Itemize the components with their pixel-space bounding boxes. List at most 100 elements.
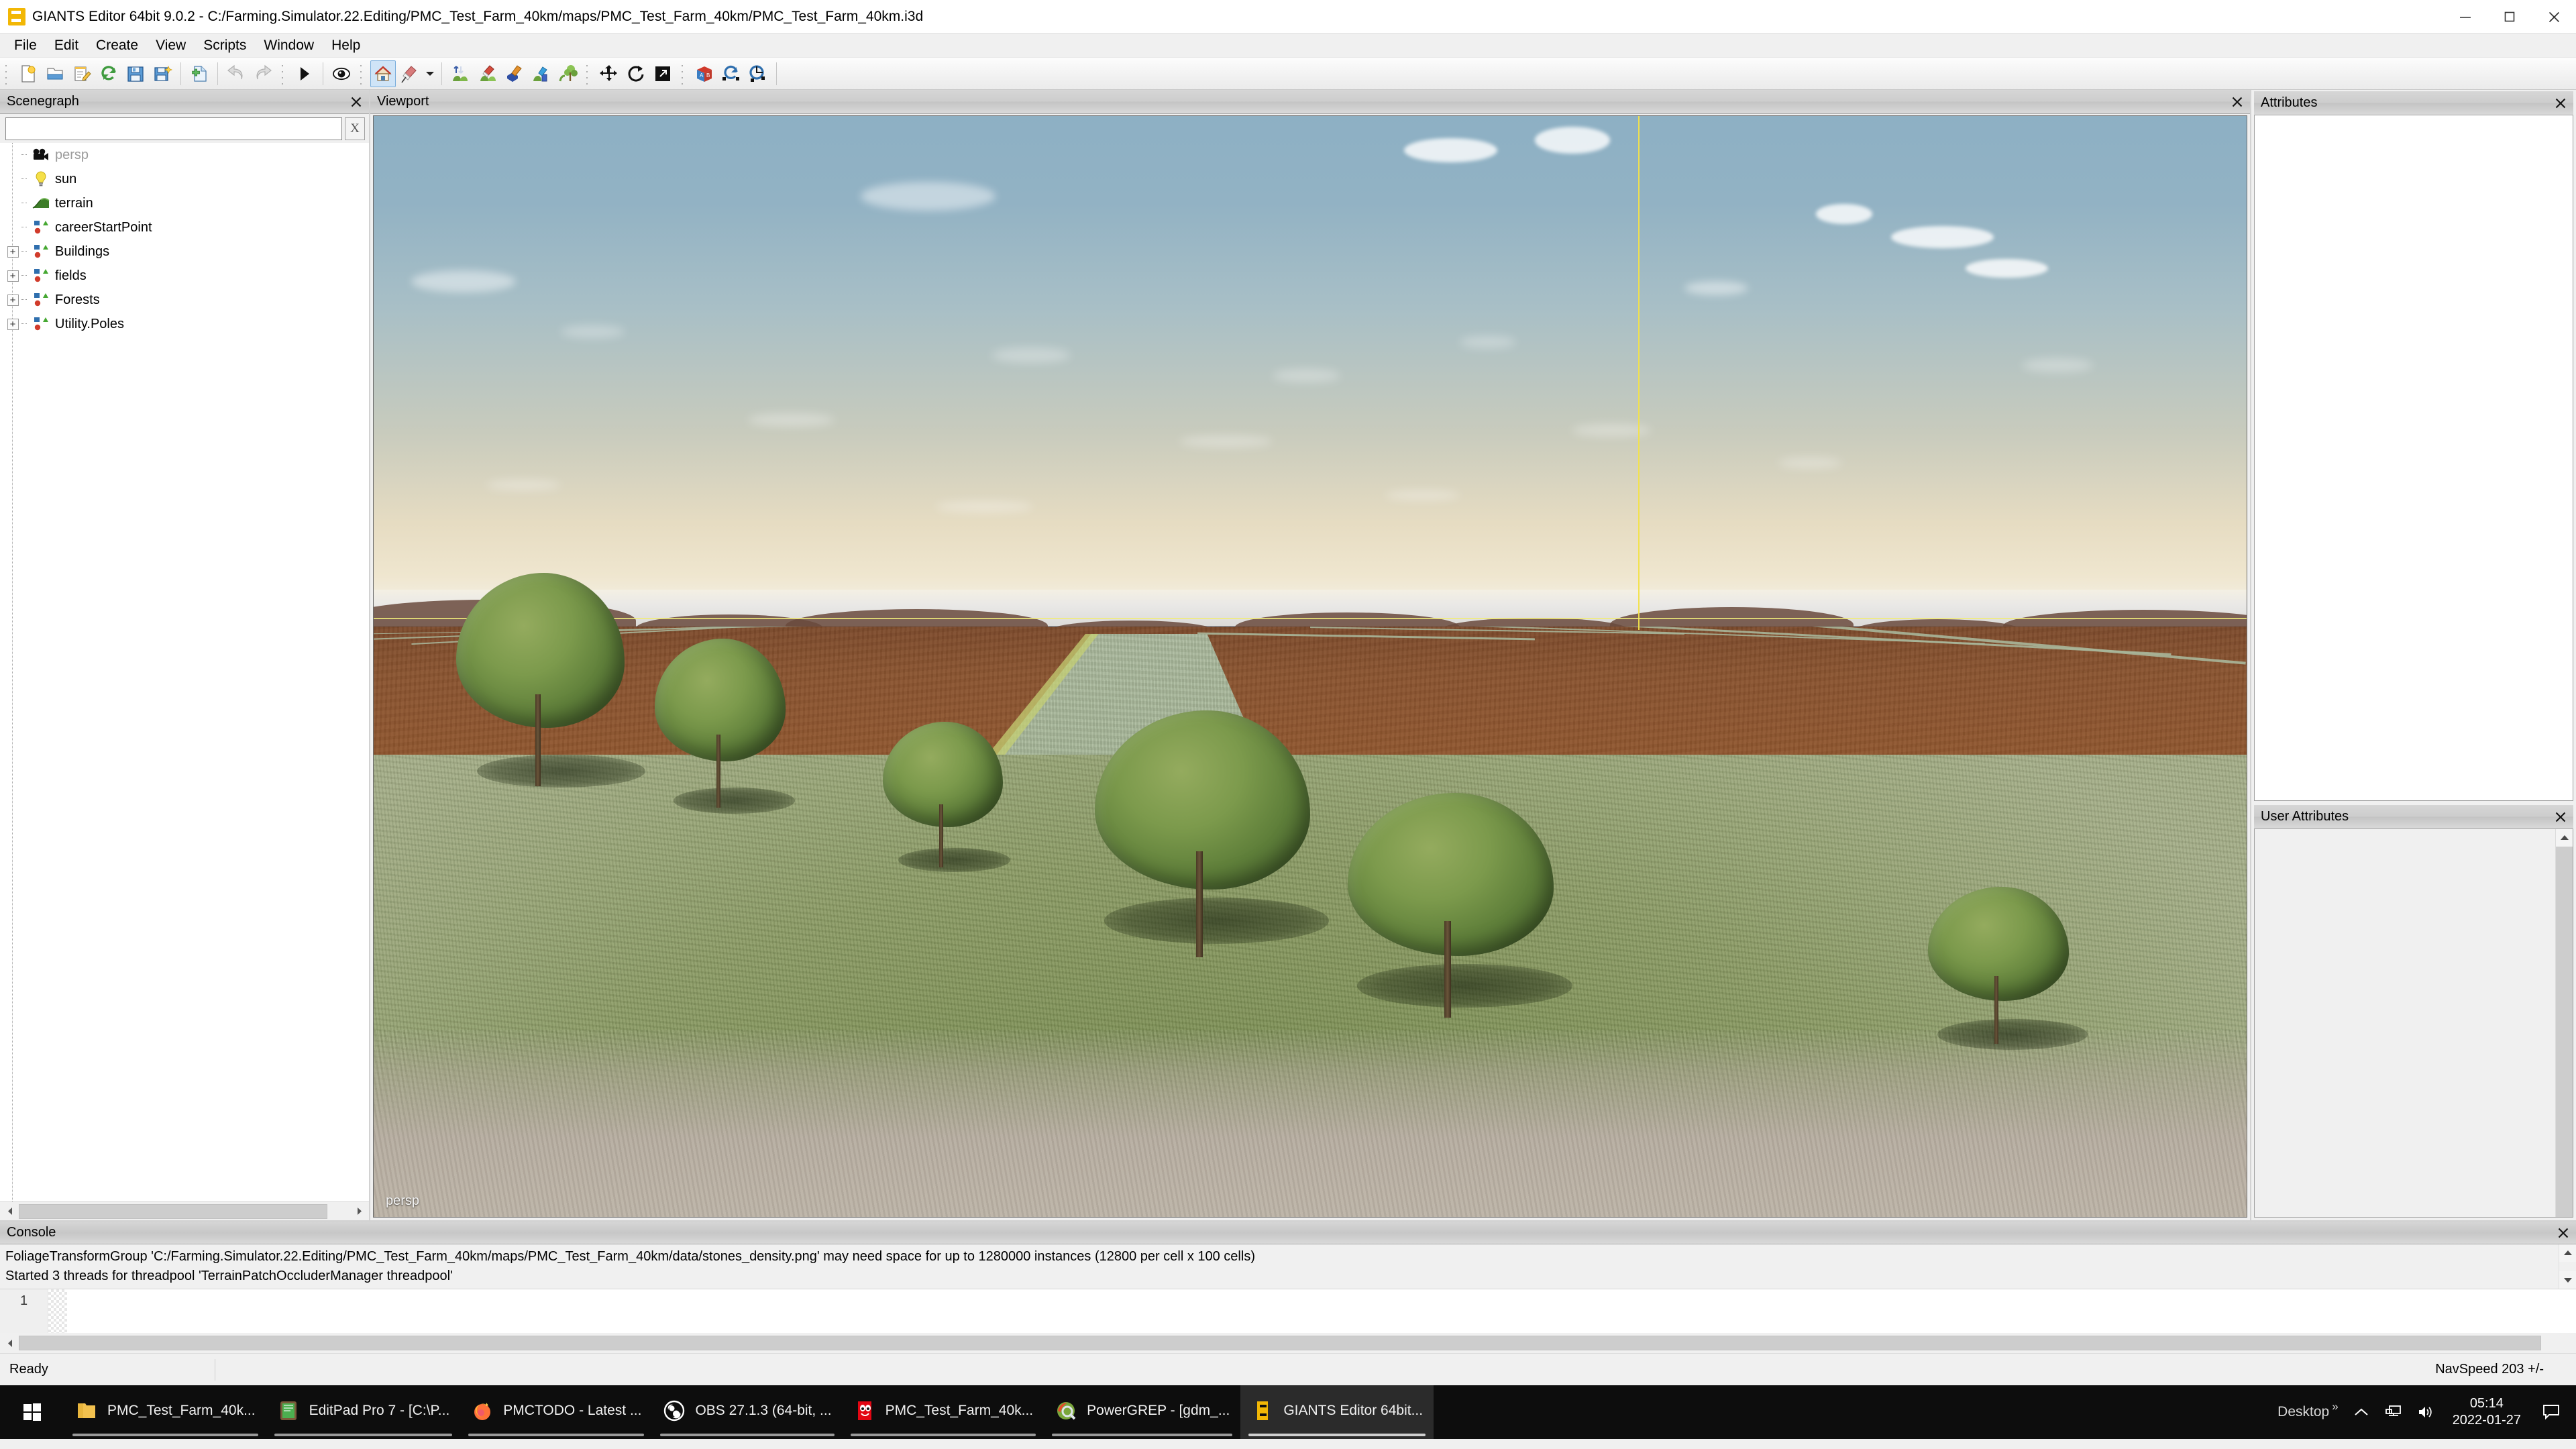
network-icon[interactable]	[2377, 1385, 2410, 1439]
rotate-icon[interactable]	[623, 60, 649, 87]
foliage-paint-icon[interactable]	[474, 60, 500, 87]
console-horizontal-scrollbar[interactable]	[0, 1333, 2576, 1353]
scrollbar-thumb[interactable]	[19, 1203, 327, 1219]
terrain-home-icon[interactable]	[370, 60, 396, 87]
toolbar-grip[interactable]	[358, 61, 367, 86]
scrollbar-thumb[interactable]	[19, 1336, 2541, 1350]
scenegraph-horizontal-scrollbar[interactable]	[0, 1201, 369, 1220]
tree-expander-slot[interactable]: +	[4, 264, 21, 288]
taskbar-item-obs[interactable]: OBS 27.1.3 (64-bit, ...	[652, 1385, 842, 1439]
import-file-icon[interactable]	[186, 60, 212, 87]
clear-search-button[interactable]: X	[345, 117, 365, 140]
new-scene-icon[interactable]	[15, 60, 41, 87]
tree-expander-slot[interactable]: +	[4, 312, 21, 336]
chevron-up-icon[interactable]	[2345, 1385, 2377, 1439]
user-attributes-vertical-scrollbar[interactable]	[2555, 829, 2573, 1217]
tree-item-utility-poles[interactable]: + Utility.Poles	[0, 312, 369, 336]
menu-window[interactable]: Window	[255, 36, 323, 55]
play-icon[interactable]	[292, 60, 317, 87]
taskbar-item-explorer[interactable]: PMC_Test_Farm_40k...	[64, 1385, 266, 1439]
taskbar-item-giants-editor[interactable]: GIANTS Editor 64bit...	[1240, 1385, 1434, 1439]
save-as-icon[interactable]	[150, 60, 175, 87]
menu-view[interactable]: View	[147, 36, 195, 55]
notification-icon[interactable]	[2532, 1404, 2571, 1420]
search-input[interactable]	[5, 117, 342, 140]
tree-object[interactable]	[883, 721, 1004, 868]
minimize-button[interactable]	[2443, 0, 2487, 34]
expand-icon[interactable]: +	[7, 270, 19, 282]
menu-edit[interactable]: Edit	[46, 36, 87, 55]
menu-create[interactable]: Create	[87, 36, 147, 55]
taskbar-clock[interactable]: 05:14 2022-01-27	[2442, 1395, 2532, 1429]
scrollbar-track[interactable]	[19, 1203, 350, 1219]
edit-notes-icon[interactable]	[69, 60, 95, 87]
terrain-texture-icon[interactable]	[528, 60, 553, 87]
tree-item-fields[interactable]: + fields	[0, 264, 369, 288]
toolbar-grip[interactable]	[279, 61, 288, 86]
redo-icon[interactable]	[250, 60, 276, 87]
scrollbar-track[interactable]	[19, 1336, 2576, 1350]
scroll-up-icon[interactable]	[2559, 1244, 2576, 1262]
scroll-right-icon[interactable]	[350, 1202, 369, 1220]
tree-item-terrain[interactable]: terrain	[0, 191, 369, 215]
tree-expander-slot[interactable]: +	[4, 239, 21, 264]
tree-item-buildings[interactable]: + Buildings	[0, 239, 369, 264]
tree-object[interactable]	[455, 573, 625, 786]
close-icon[interactable]	[349, 95, 364, 109]
close-icon[interactable]	[2553, 96, 2568, 111]
expand-icon[interactable]: +	[7, 294, 19, 306]
save-icon[interactable]	[123, 60, 148, 87]
tree-item-forests[interactable]: + Forests	[0, 288, 369, 312]
menu-file[interactable]: File	[5, 36, 46, 55]
viewport-3d-canvas[interactable]: persp	[373, 115, 2247, 1218]
chevron-down-icon[interactable]	[423, 60, 437, 87]
terrain-sculpt-icon[interactable]	[501, 60, 527, 87]
toolbar-grip[interactable]	[584, 61, 593, 86]
tree-item-careerstartpoint[interactable]: careerStartPoint	[0, 215, 369, 239]
undo-icon[interactable]	[223, 60, 249, 87]
tree-object[interactable]	[654, 639, 786, 808]
maximize-button[interactable]	[2487, 0, 2532, 34]
volume-icon[interactable]	[2410, 1385, 2442, 1439]
taskbar-item-gimp[interactable]: PMC_Test_Farm_40k...	[843, 1385, 1044, 1439]
tree-object[interactable]	[1094, 710, 1310, 958]
refresh-transform-icon[interactable]	[718, 60, 744, 87]
scroll-up-icon[interactable]	[2556, 829, 2573, 847]
toolbar-grip[interactable]	[679, 61, 688, 86]
reload-icon[interactable]	[96, 60, 121, 87]
scroll-down-icon[interactable]	[2559, 1271, 2576, 1289]
attributes-content[interactable]	[2254, 115, 2573, 801]
snap-objects-icon[interactable]: A B	[692, 60, 717, 87]
taskbar-item-firefox[interactable]: PMCTODO - Latest ...	[460, 1385, 652, 1439]
close-icon[interactable]	[2556, 1226, 2571, 1240]
expand-icon[interactable]: +	[7, 318, 19, 330]
translate-icon[interactable]	[596, 60, 622, 87]
paint-brush-icon[interactable]	[397, 60, 423, 87]
visibility-eye-icon[interactable]	[329, 60, 354, 87]
menu-help[interactable]: Help	[323, 36, 369, 55]
tree-item-sun[interactable]: sun	[0, 167, 369, 191]
scrollbar-thumb[interactable]	[2556, 847, 2573, 1217]
console-output[interactable]: FoliageTransformGroup 'C:/Farming.Simula…	[0, 1244, 2576, 1289]
scenegraph-tree[interactable]: persp sun terrain careerStartPoint + Bui…	[0, 143, 369, 1201]
menu-scripts[interactable]: Scripts	[195, 36, 255, 55]
close-icon[interactable]	[2553, 810, 2568, 824]
scale-icon[interactable]	[650, 60, 676, 87]
close-button[interactable]	[2532, 0, 2576, 34]
console-vertical-scrollbar[interactable]	[2559, 1244, 2576, 1289]
taskbar-item-editpad[interactable]: EditPad Pro 7 - [C:\P...	[266, 1385, 461, 1439]
tree-object[interactable]	[1928, 886, 2069, 1044]
foliage-height-icon[interactable]	[447, 60, 473, 87]
taskbar-item-powergrep[interactable]: PowerGREP - [gdm_...	[1044, 1385, 1240, 1439]
align-rotation-icon[interactable]	[745, 60, 771, 87]
plant-tree-icon[interactable]	[555, 60, 580, 87]
command-input[interactable]	[67, 1289, 2576, 1333]
open-file-icon[interactable]	[42, 60, 68, 87]
scroll-left-icon[interactable]	[0, 1202, 19, 1220]
scrollbar-track[interactable]	[2559, 1262, 2576, 1271]
close-icon[interactable]	[2230, 95, 2245, 109]
tree-item-persp[interactable]: persp	[0, 143, 369, 167]
toolbar-grip[interactable]	[3, 61, 12, 86]
windows-start-icon[interactable]	[0, 1385, 64, 1439]
user-attributes-list[interactable]	[2255, 829, 2555, 1217]
